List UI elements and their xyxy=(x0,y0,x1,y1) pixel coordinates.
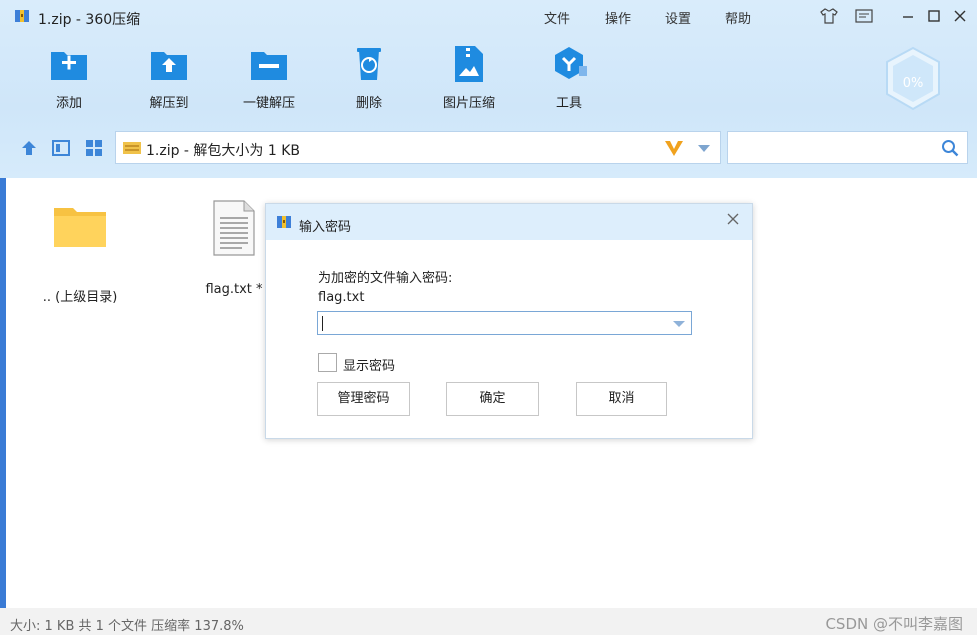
image-compress-icon xyxy=(455,46,483,82)
dialog-zip-icon xyxy=(276,214,292,230)
maximize-icon[interactable] xyxy=(923,6,945,26)
badge-percent: 0% xyxy=(903,76,924,91)
password-dropdown-icon[interactable] xyxy=(673,321,685,327)
close-icon[interactable] xyxy=(949,6,971,26)
add-button[interactable]: 添加 xyxy=(29,44,109,111)
status-shield-badge[interactable]: 0% xyxy=(884,46,942,112)
tools-label: 工具 xyxy=(555,96,582,111)
password-prompt: 为加密的文件输入密码: xyxy=(318,271,453,286)
text-file-icon xyxy=(213,200,255,256)
password-input[interactable] xyxy=(317,311,692,335)
title-bar: 1.zip - 360压缩 文件 操作 设置 帮助 xyxy=(0,0,977,34)
window-title: 1.zip - 360压缩 xyxy=(38,12,141,28)
delete-button[interactable]: 删除 xyxy=(329,44,409,111)
dialog-title: 输入密码 xyxy=(299,220,352,235)
encrypted-filename: flag.txt xyxy=(318,290,365,305)
one-click-extract-label: 一键解压 xyxy=(242,96,295,111)
dialog-header: 输入密码 xyxy=(266,204,752,240)
recycle-bin-icon xyxy=(357,48,381,80)
menu-operation[interactable]: 操作 xyxy=(605,8,631,27)
menu-file[interactable]: 文件 xyxy=(544,8,570,27)
one-click-extract-icon xyxy=(251,52,287,80)
tools-icon xyxy=(555,47,587,79)
text-caret xyxy=(322,316,323,331)
skin-icon[interactable] xyxy=(818,6,840,26)
v-logo-icon[interactable] xyxy=(664,139,684,161)
search-icon[interactable] xyxy=(941,139,959,161)
minimize-icon[interactable] xyxy=(897,6,919,26)
path-text: 1.zip - 解包大小为 1 KB xyxy=(146,143,301,159)
status-bar: 大小: 1 KB 共 1 个文件 压缩率 137.8% CSDN @不叫李嘉图 xyxy=(0,608,977,635)
one-click-extract-button[interactable]: 一键解压 xyxy=(229,44,309,111)
folder-icon xyxy=(54,208,106,247)
menu-help[interactable]: 帮助 xyxy=(725,8,751,27)
extract-to-icon xyxy=(151,52,187,80)
tools-button[interactable]: 工具 xyxy=(529,44,609,111)
extract-to-label: 解压到 xyxy=(149,96,189,111)
zip-app-icon xyxy=(14,8,30,24)
add-label: 添加 xyxy=(55,96,82,111)
manage-password-button[interactable]: 管理密码 xyxy=(317,382,410,416)
delete-label: 删除 xyxy=(355,96,382,111)
add-folder-icon xyxy=(51,52,87,80)
grid-view-icon[interactable] xyxy=(85,139,103,157)
menu-settings[interactable]: 设置 xyxy=(665,8,691,27)
search-input[interactable] xyxy=(727,131,968,164)
dialog-close-icon[interactable] xyxy=(724,212,742,230)
path-box[interactable]: 1.zip - 解包大小为 1 KB xyxy=(115,131,721,164)
file-label-parent-dir: .. (上级目录) xyxy=(42,290,118,305)
detail-view-icon[interactable] xyxy=(52,139,70,157)
show-password-checkbox[interactable] xyxy=(318,353,337,372)
watermark: CSDN @不叫李嘉图 xyxy=(825,615,963,633)
password-dialog: 输入密码 为加密的文件输入密码: flag.txt 显示密码 管理密码 确定 取… xyxy=(265,203,753,439)
ok-button[interactable]: 确定 xyxy=(446,382,539,416)
feedback-icon[interactable] xyxy=(853,6,875,26)
status-text: 大小: 1 KB 共 1 个文件 压缩率 137.8% xyxy=(10,619,244,634)
cancel-button[interactable]: 取消 xyxy=(576,382,667,416)
extract-to-button[interactable]: 解压到 xyxy=(129,44,209,111)
image-compress-button[interactable]: 图片压缩 xyxy=(429,44,509,111)
image-compress-label: 图片压缩 xyxy=(442,96,495,111)
show-password-label[interactable]: 显示密码 xyxy=(343,355,395,374)
file-item-parent-dir[interactable]: .. (上级目录) xyxy=(30,204,130,305)
path-dropdown-icon[interactable] xyxy=(698,145,710,152)
zip-path-icon xyxy=(123,141,141,159)
up-arrow-icon[interactable] xyxy=(20,139,38,157)
